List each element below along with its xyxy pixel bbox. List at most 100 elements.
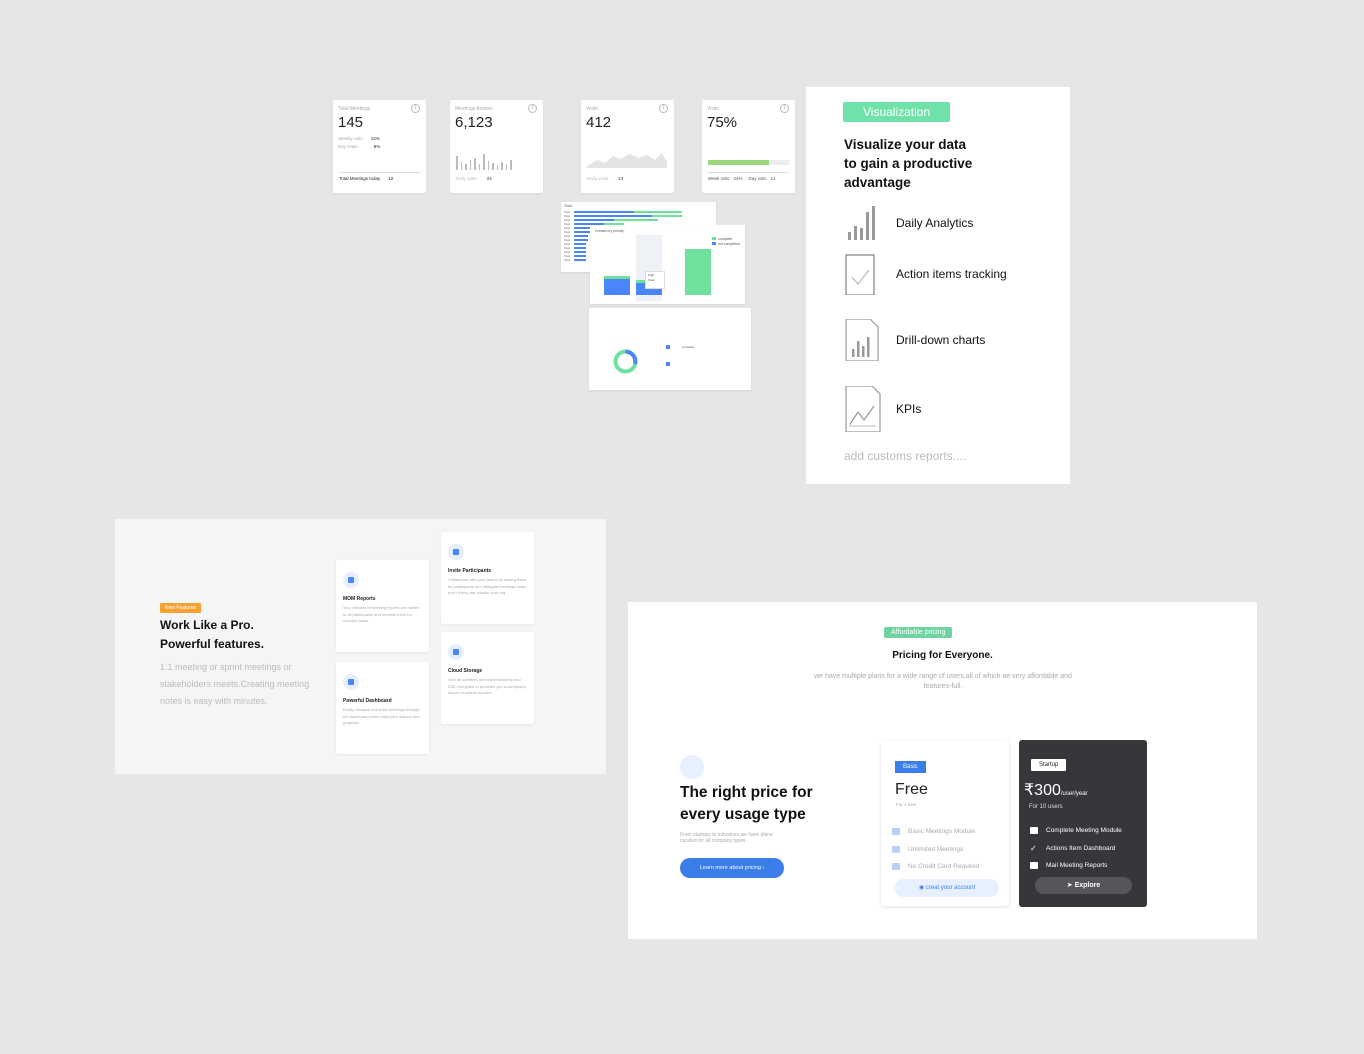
hbar-complete xyxy=(574,255,586,257)
plan-price: Free xyxy=(895,781,928,798)
plan-subtitle: For 10 users xyxy=(1029,804,1063,810)
pricing-hand-icon xyxy=(680,755,704,779)
plan-card-startup: Startup ₹300/user/year For 10 users Comp… xyxy=(1019,740,1147,907)
info-icon[interactable]: i xyxy=(659,104,668,113)
create-account-button[interactable]: ◉ creat your account xyxy=(895,879,999,897)
feature-label: Action items tracking xyxy=(896,267,1007,281)
feature-card-description: Your minutes of meeting reports are mail… xyxy=(343,605,420,623)
info-icon[interactable]: i xyxy=(780,104,789,113)
chart-title: Tool1 xyxy=(564,204,573,208)
area-sparkline xyxy=(587,153,667,168)
kpi-foot: Week ratio 24% Day ratio 14 xyxy=(708,176,776,181)
plan-feature: Basic Meetings Module xyxy=(892,823,980,841)
kpi-foot: Daily stats 24 xyxy=(456,176,492,181)
feature-label: Drill-down charts xyxy=(896,333,986,347)
user-icon: ◉ xyxy=(918,885,926,891)
kpi-label: Visits xyxy=(707,106,719,112)
kpi-row: Weekly ratio 12% xyxy=(338,136,380,141)
feature-kpis: KPIs xyxy=(844,386,921,432)
mail-icon xyxy=(1030,862,1038,870)
feature-card-powerful-dashboard: Powerful Dashboard Easily visualize and … xyxy=(336,662,429,754)
kpi-card-meeting-actions: Meetings Actions i 6,123 Daily stats 24 xyxy=(450,100,543,193)
feature-card-title: MOM Reports xyxy=(343,596,376,602)
module-icon xyxy=(892,828,900,836)
pricing-heading: The right price for every usage type xyxy=(680,784,813,823)
features-description: 1:1 meeting or sprint meetings or stakeh… xyxy=(160,662,310,706)
hbar-not-completed xyxy=(652,215,682,217)
kpi-card-total-meetings: Total Meetings i 145 Weekly ratio 12% Day… xyxy=(333,100,426,193)
user-icon xyxy=(448,544,464,560)
donut-chart xyxy=(613,349,638,374)
feature-label: Daily Analytics xyxy=(896,216,974,230)
document-chart-icon xyxy=(845,319,879,361)
list-icon xyxy=(892,845,900,853)
hbar-label: Task xyxy=(564,258,571,262)
kpi-row: Day Ratio 8% xyxy=(338,144,381,149)
plan-feature: Mail Meeting Reports xyxy=(1030,857,1122,875)
hbar-complete xyxy=(574,239,588,241)
cloud-icon xyxy=(448,644,464,660)
bar-not-completed xyxy=(685,249,711,295)
hbar-complete xyxy=(574,219,614,221)
chart-tooltip: High Total xyxy=(645,271,665,289)
divider xyxy=(339,172,420,173)
chart-title: Created by priority xyxy=(595,229,624,233)
plan-badge: Startup xyxy=(1031,759,1067,771)
learn-more-pricing-button[interactable]: Learn more about pricing › xyxy=(680,858,784,878)
chart-legend: complete not completed xyxy=(712,237,740,247)
pricing-title: Pricing for Everyone. xyxy=(892,650,993,661)
features-section: New Features Work Like a Pro. Powerful f… xyxy=(115,519,606,774)
kpi-card-visits: Visits i 412 Daily visits 24 xyxy=(581,100,674,193)
legend-swatch xyxy=(666,362,670,366)
bar-not-completed xyxy=(604,276,630,279)
check-icon: ✓ xyxy=(1030,843,1037,853)
kpi-label: Visits xyxy=(586,106,598,112)
legend-swatch xyxy=(666,345,670,349)
pricing-description: we have multiple plans for a wide range … xyxy=(814,673,1072,690)
feature-card-invite-participants: Invite Participants Collaborate with you… xyxy=(441,532,534,624)
divider xyxy=(708,172,789,173)
donut-chart-thumb: complete xyxy=(589,308,751,390)
line-chart-icon xyxy=(845,386,881,432)
progress-bar xyxy=(708,160,789,165)
info-icon[interactable]: i xyxy=(528,104,537,113)
kpi-value: 412 xyxy=(586,114,612,131)
feature-card-mom-reports: MOM Reports Your minutes of meeting repo… xyxy=(336,560,429,652)
hbar-not-completed xyxy=(614,219,658,221)
plan-features: Basic Meetings Module Unlimited Meetings… xyxy=(892,823,980,876)
kpi-total: Total Meetings today 12 xyxy=(339,176,394,181)
feature-daily-analytics: Daily Analytics xyxy=(844,202,973,244)
visualization-tag: Visualization xyxy=(843,102,951,122)
kpi-value: 145 xyxy=(338,114,364,131)
visualization-heading: Visualize your data to gain a productive… xyxy=(844,137,973,190)
info-icon[interactable]: i xyxy=(411,104,420,113)
plan-feature: No Credit Card Required xyxy=(892,858,980,876)
affordable-pricing-badge: Affordable pricing xyxy=(884,627,953,638)
pricing-section: Affordable pricing Pricing for Everyone.… xyxy=(628,602,1257,939)
hbar-complete xyxy=(574,235,588,237)
legend-label: complete xyxy=(682,345,695,349)
plan-price: ₹300/user/year xyxy=(1024,782,1088,799)
plan-feature: Complete Meeting Module xyxy=(1030,822,1122,840)
plan-features: Complete Meeting Module ✓ Actions Item Da… xyxy=(1030,822,1122,875)
plan-badge: Basic xyxy=(895,761,926,773)
kpi-value: 6,123 xyxy=(455,114,493,131)
feature-card-title: Invite Participants xyxy=(448,568,492,574)
add-reports-link[interactable]: add customs reports.... xyxy=(844,449,966,463)
report-icon xyxy=(343,572,359,588)
plan-subtitle: For 1 user xyxy=(896,802,917,807)
plan-card-basic: Basic Free For 1 user Basic Meetings Mod… xyxy=(881,741,1009,906)
feature-drill-down: Drill-down charts xyxy=(844,319,985,361)
hbar-complete xyxy=(574,215,652,217)
feature-action-items: Action items tracking xyxy=(844,253,1007,295)
lock-icon xyxy=(892,863,900,871)
feature-label: KPIs xyxy=(896,402,922,416)
kpi-value: 75% xyxy=(707,114,738,131)
document-icon xyxy=(1030,827,1038,835)
features-heading: Work Like a Pro. Powerful features. xyxy=(160,618,265,651)
kpi-foot: Daily visits 24 xyxy=(587,176,624,181)
column-chart-thumb: Created by priority High Total complete n… xyxy=(590,225,745,304)
plan-feature: ✓ Actions Item Dashboard xyxy=(1030,843,1116,853)
explore-button[interactable]: ➤ Explore xyxy=(1035,877,1132,894)
feature-card-title: Powerful Dashboard xyxy=(343,698,392,704)
